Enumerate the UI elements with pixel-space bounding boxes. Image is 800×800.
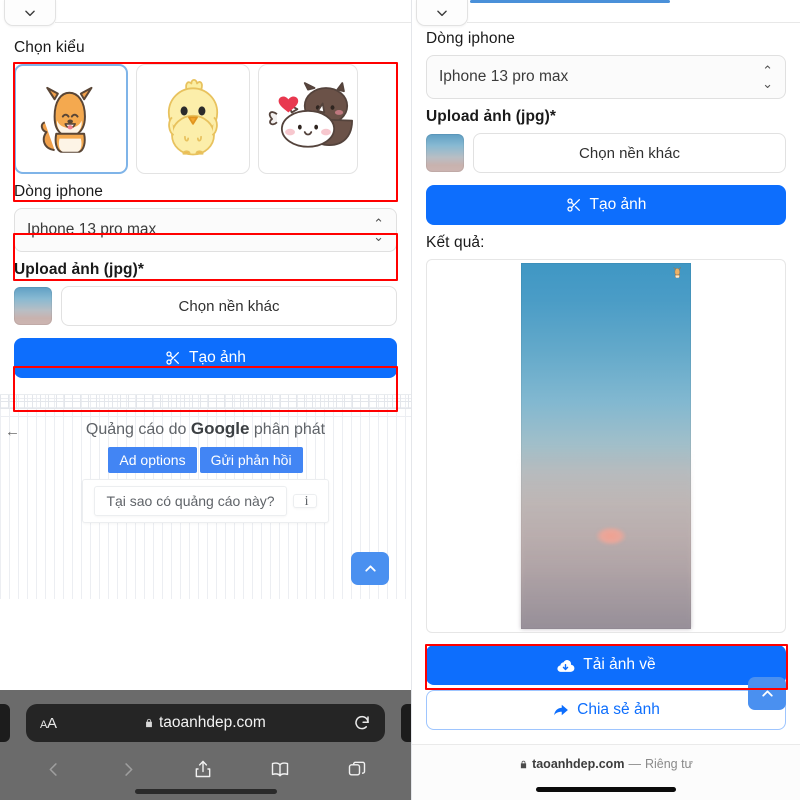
generated-sky-image[interactable] bbox=[521, 263, 691, 629]
info-icon: i bbox=[292, 494, 317, 508]
footer-privacy-label: Riêng tư bbox=[644, 757, 693, 771]
safari-url[interactable]: taoanhdep.com bbox=[57, 714, 353, 732]
create-image-label: Tạo ảnh bbox=[189, 349, 246, 366]
safari-toolbar bbox=[0, 752, 411, 786]
download-image-label: Tải ảnh về bbox=[583, 656, 656, 673]
right-create-image-button[interactable]: Tạo ảnh bbox=[426, 185, 786, 225]
safari-url-text: taoanhdep.com bbox=[158, 714, 266, 731]
chevron-up-icon bbox=[364, 565, 376, 572]
choose-background-label: Chọn nền khác bbox=[178, 297, 280, 315]
share-icon[interactable] bbox=[193, 759, 213, 779]
right-upload-row: Chọn nền khác bbox=[426, 133, 786, 173]
text-size-button[interactable]: AAAA bbox=[40, 715, 57, 732]
right-upload-label: Upload ảnh (jpg)* bbox=[426, 108, 556, 125]
right-form: Dòng iphone Iphone 13 pro max ⌃ ⌄ Upload … bbox=[412, 30, 800, 730]
tabs-icon[interactable] bbox=[347, 759, 367, 779]
safari-edge-right bbox=[401, 704, 411, 742]
left-phone-screenshot: Chọn kiểu Dòng iphone Iphone 13 pro max … bbox=[0, 0, 411, 800]
chevron-up-icon bbox=[761, 690, 773, 697]
chevron-down-icon bbox=[437, 10, 447, 16]
lock-icon bbox=[520, 760, 527, 768]
ad-why-row: Tại sao có quảng cáo này? i bbox=[0, 479, 411, 523]
shiba-dog-overlay-icon bbox=[673, 267, 681, 278]
sticker-option-shiba-dog[interactable] bbox=[14, 64, 128, 174]
sticker-option-yellow-chick[interactable] bbox=[136, 64, 250, 174]
background-thumbnail[interactable] bbox=[14, 287, 52, 325]
ad-grid-pattern bbox=[0, 395, 411, 409]
ad-buttons: Ad options Gửi phản hồi bbox=[0, 447, 411, 473]
select-updown-icon: ⌃ ⌄ bbox=[373, 216, 384, 244]
footer-text: taoanhdep.com — Riêng tư bbox=[412, 745, 800, 771]
right-background-thumbnail[interactable] bbox=[426, 134, 464, 172]
right-tabstrip-line bbox=[467, 22, 800, 23]
iphone-model-label: Dòng iphone bbox=[14, 183, 104, 200]
right-create-image-label: Tạo ảnh bbox=[589, 196, 647, 213]
safari-home-indicator bbox=[134, 789, 277, 794]
heart-shaped-cloud bbox=[595, 526, 626, 545]
ad-feedback-button[interactable]: Gửi phản hồi bbox=[199, 447, 303, 473]
cat-couple-sticker-icon bbox=[268, 82, 353, 148]
book-icon[interactable] bbox=[269, 759, 291, 779]
result-image-frame bbox=[426, 259, 786, 633]
page-loading-bar bbox=[470, 0, 670, 3]
google-brand-label: Google bbox=[190, 419, 250, 438]
share-arrow-icon bbox=[554, 704, 569, 716]
right-iphone-model-select[interactable]: Iphone 13 pro max ⌃ ⌄ bbox=[426, 55, 786, 99]
reload-icon[interactable] bbox=[353, 714, 371, 732]
sticker-option-cat-couple[interactable] bbox=[258, 64, 358, 174]
scissors-icon bbox=[166, 351, 180, 365]
share-image-label: Chia sẻ ảnh bbox=[577, 701, 660, 718]
cloud-download-icon bbox=[557, 659, 575, 672]
safari-edge-left bbox=[0, 704, 10, 742]
ad-options-button[interactable]: Ad options bbox=[108, 447, 197, 473]
choose-background-button[interactable]: Chọn nền khác bbox=[61, 286, 397, 326]
footer-domain: taoanhdep.com bbox=[532, 757, 625, 771]
back-chevron-icon[interactable] bbox=[44, 760, 63, 779]
ad-title-prefix: Quảng cáo do bbox=[85, 421, 187, 438]
right-browser-tabstrip bbox=[412, 0, 800, 30]
forward-chevron-icon[interactable] bbox=[119, 760, 138, 779]
iphone-model-value: Iphone 13 pro max bbox=[27, 221, 157, 238]
yellow-chick-sticker-icon bbox=[167, 78, 219, 156]
create-image-button[interactable]: Tạo ảnh bbox=[14, 338, 397, 378]
ad-why-button[interactable]: Tại sao có quảng cáo này? i bbox=[82, 479, 329, 523]
left-scroll-to-top-button[interactable] bbox=[351, 552, 389, 585]
right-phone-screenshot: Dòng iphone Iphone 13 pro max ⌃ ⌄ Upload … bbox=[411, 0, 800, 800]
left-browser-tabstrip bbox=[0, 0, 411, 30]
iphone-model-select[interactable]: Iphone 13 pro max ⌃ ⌄ bbox=[14, 208, 397, 252]
sticker-row bbox=[14, 64, 397, 174]
right-choose-background-button[interactable]: Chọn nền khác bbox=[473, 133, 786, 173]
right-iphone-model-value: Iphone 13 pro max bbox=[439, 68, 569, 85]
upload-row: Chọn nền khác bbox=[14, 286, 397, 326]
lock-icon bbox=[146, 718, 152, 728]
safari-bottom-bar: AAAA taoanhdep.com bbox=[0, 690, 411, 800]
safari-url-bar[interactable]: AAAA taoanhdep.com bbox=[26, 704, 385, 742]
right-home-indicator bbox=[536, 787, 676, 792]
result-label: Kết quả: bbox=[426, 234, 485, 251]
upload-label: Upload ảnh (jpg)* bbox=[14, 261, 144, 278]
screenshot-root: Chọn kiểu Dòng iphone Iphone 13 pro max … bbox=[0, 0, 800, 800]
right-scroll-to-top-button[interactable] bbox=[748, 677, 786, 710]
style-label: Chọn kiểu bbox=[14, 39, 85, 56]
left-tab-collapse-button[interactable] bbox=[4, 0, 56, 26]
left-tabstrip-line bbox=[55, 22, 411, 23]
ad-title-suffix: phân phát bbox=[253, 421, 326, 438]
download-image-button[interactable]: Tải ảnh về bbox=[426, 645, 786, 685]
right-iphone-model-label: Dòng iphone bbox=[426, 30, 516, 47]
shiba-dog-sticker-icon bbox=[40, 86, 93, 153]
left-form: Chọn kiểu Dòng iphone Iphone 13 pro max … bbox=[0, 39, 411, 378]
right-tab-collapse-button[interactable] bbox=[416, 0, 468, 26]
ad-title: Quảng cáo do Google phân phát bbox=[0, 419, 411, 439]
ad-why-label: Tại sao có quảng cáo này? bbox=[94, 486, 287, 516]
footer-separator: — bbox=[628, 757, 641, 771]
safari-privacy-footer: taoanhdep.com — Riêng tư bbox=[412, 744, 800, 800]
scissors-icon bbox=[566, 198, 580, 212]
select-updown-icon: ⌃ ⌄ bbox=[762, 63, 773, 91]
share-image-button[interactable]: Chia sẻ ảnh bbox=[426, 690, 786, 730]
google-ad-block: ← Quảng cáo do Google phân phát Ad optio… bbox=[0, 394, 411, 599]
chevron-down-icon bbox=[25, 10, 35, 16]
right-choose-background-label: Chọn nền khác bbox=[579, 144, 680, 162]
